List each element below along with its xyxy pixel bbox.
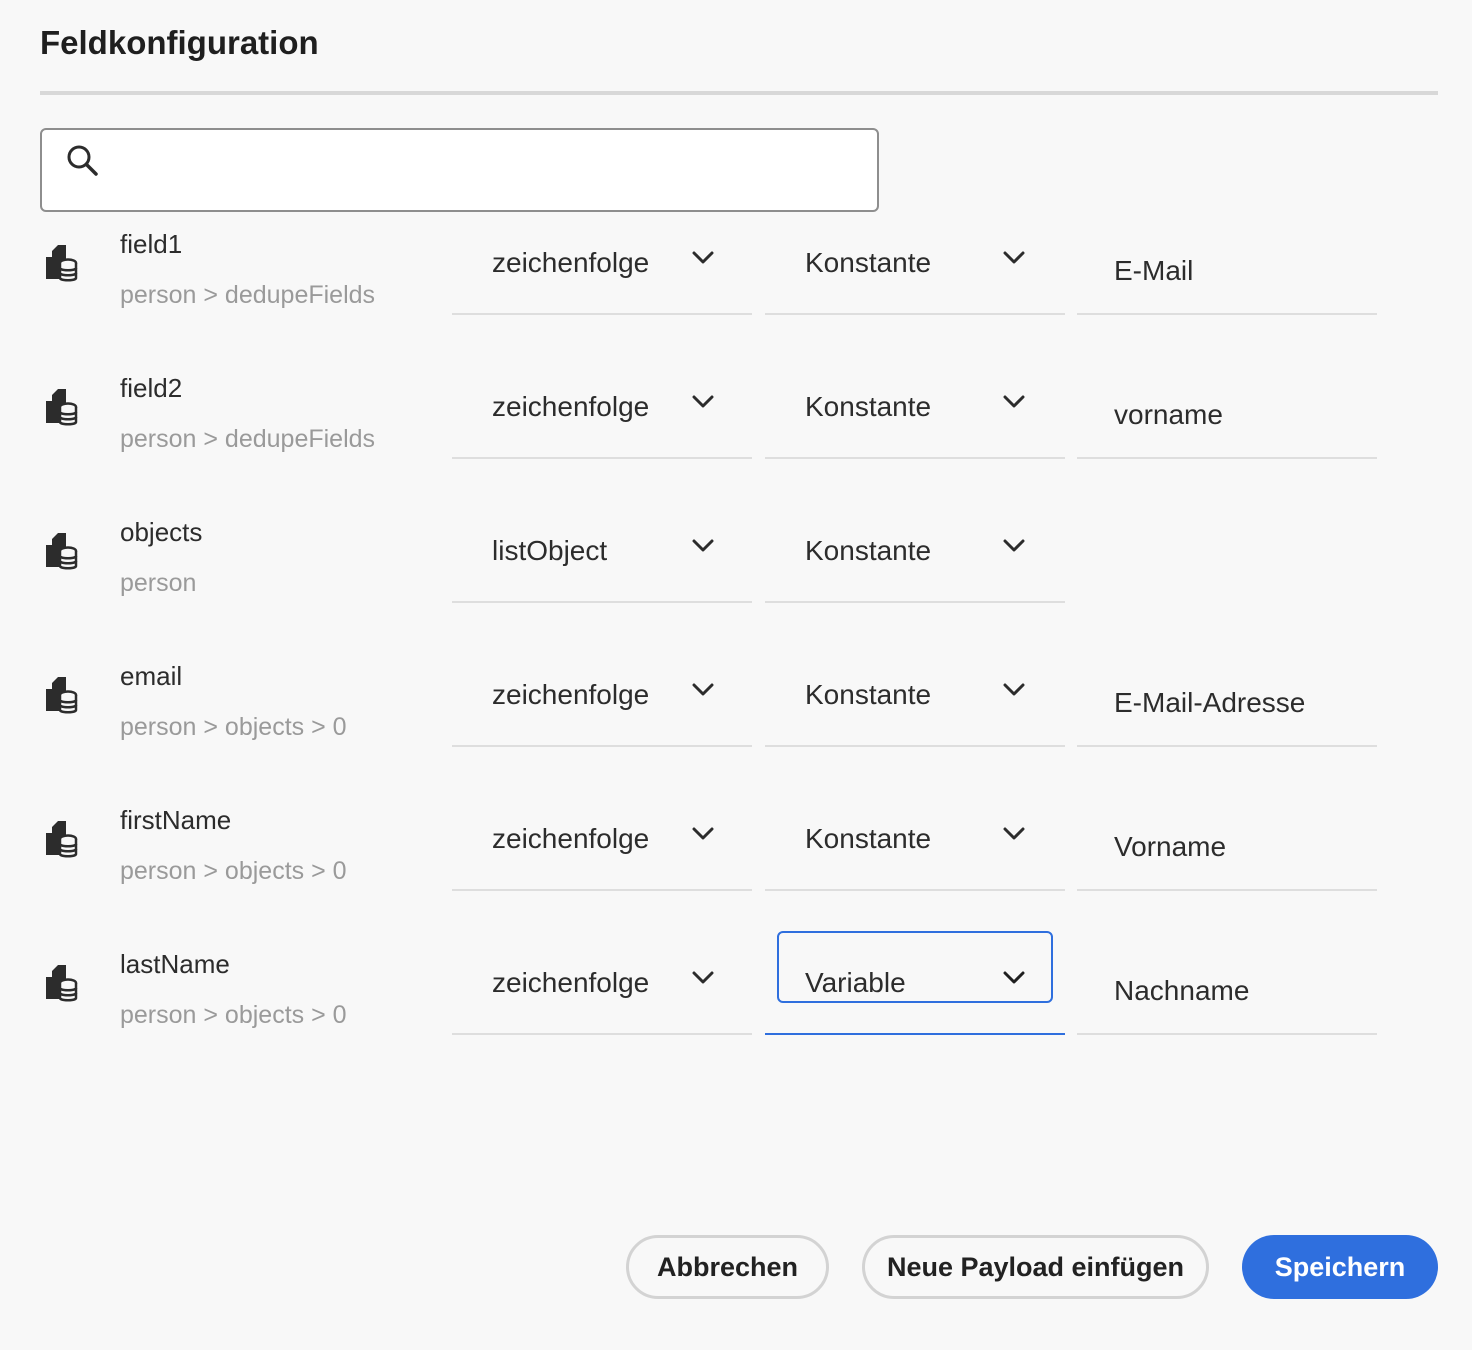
chevron-down-icon <box>1003 827 1025 840</box>
field-name: objects <box>120 517 203 547</box>
field-row-firstname: firstName person > objects > 0 zeichenfo… <box>0 805 1472 949</box>
type-dropdown[interactable]: zeichenfolge <box>452 805 752 891</box>
field-data-icon <box>46 965 78 1002</box>
type-dropdown-value: zeichenfolge <box>492 679 650 710</box>
search-icon <box>67 145 98 176</box>
chevron-down-icon <box>692 539 714 552</box>
mode-dropdown[interactable]: Konstante <box>765 373 1065 459</box>
mode-dropdown-value: Konstante <box>805 823 932 854</box>
type-dropdown-value: listObject <box>492 535 608 566</box>
field-row-field1: field1 person > dedupeFields zeichenfolg… <box>0 229 1472 373</box>
chevron-down-icon <box>1003 251 1025 264</box>
field-row-objects: objects person listObject Konstante <box>0 517 1472 661</box>
type-dropdown[interactable]: zeichenfolge <box>452 229 752 315</box>
field-path: person > dedupeFields <box>120 425 376 453</box>
field-path: person > objects > 0 <box>120 857 347 885</box>
chevron-down-icon <box>692 827 714 840</box>
field-data-icon <box>46 821 78 858</box>
mode-dropdown-value: Konstante <box>805 679 932 710</box>
chevron-down-icon <box>692 251 714 264</box>
chevron-down-icon <box>692 683 714 696</box>
mode-dropdown[interactable]: Konstante <box>765 805 1065 891</box>
field-row-email: email person > objects > 0 zeichenfolge … <box>0 661 1472 805</box>
type-dropdown-value: zeichenfolge <box>492 967 650 998</box>
mode-dropdown[interactable]: Variable <box>765 931 1065 1035</box>
search-input[interactable] <box>122 148 856 194</box>
mode-dropdown-value: Konstante <box>805 535 932 566</box>
value-field[interactable]: Vorname <box>1077 805 1377 891</box>
cancel-button[interactable]: Abbrechen <box>626 1235 829 1299</box>
mode-dropdown[interactable]: Konstante <box>765 517 1065 603</box>
mode-dropdown-value: Variable <box>805 967 906 998</box>
mode-dropdown[interactable]: Konstante <box>765 661 1065 747</box>
chevron-down-icon <box>1003 971 1025 984</box>
chevron-down-icon <box>1003 683 1025 696</box>
field-name: field2 <box>120 373 183 403</box>
value-field[interactable]: E-Mail <box>1077 229 1377 315</box>
type-dropdown[interactable]: zeichenfolge <box>452 661 752 747</box>
field-name: firstName <box>120 805 232 835</box>
type-dropdown[interactable]: zeichenfolge <box>452 373 752 459</box>
insert-payload-button[interactable]: Neue Payload einfügen <box>862 1235 1209 1299</box>
value-field[interactable]: E-Mail-Adresse <box>1077 661 1377 747</box>
type-dropdown[interactable]: listObject <box>452 517 752 603</box>
mode-dropdown-value: Konstante <box>805 247 932 278</box>
mode-dropdown-value: Konstante <box>805 391 932 422</box>
value-field-text: E-Mail <box>1114 255 1194 286</box>
chevron-down-icon <box>692 971 714 984</box>
field-path: person <box>120 569 197 597</box>
type-dropdown-value: zeichenfolge <box>492 823 650 854</box>
search-field[interactable] <box>40 128 879 212</box>
value-field-text: vorname <box>1114 399 1223 430</box>
field-data-icon <box>46 389 78 426</box>
type-dropdown-value: zeichenfolge <box>492 391 650 422</box>
chevron-down-icon <box>692 395 714 408</box>
mode-dropdown[interactable]: Konstante <box>765 229 1065 315</box>
save-button[interactable]: Speichern <box>1242 1235 1438 1299</box>
value-field-text: Vorname <box>1114 831 1227 862</box>
field-data-icon <box>46 245 78 282</box>
field-name: email <box>120 661 183 691</box>
field-path: person > objects > 0 <box>120 1001 347 1029</box>
field-data-icon <box>46 677 78 714</box>
type-dropdown[interactable]: zeichenfolge <box>452 949 752 1035</box>
value-field[interactable]: vorname <box>1077 373 1377 459</box>
field-path: person > dedupeFields <box>120 281 376 309</box>
field-row-field2: field2 person > dedupeFields zeichenfolg… <box>0 373 1472 517</box>
field-path: person > objects > 0 <box>120 713 347 741</box>
title-divider <box>40 91 1438 95</box>
value-field-text: Nachname <box>1114 975 1250 1006</box>
chevron-down-icon <box>1003 395 1025 408</box>
dialog-title: Feldkonfiguration <box>40 24 319 61</box>
field-row-lastname: lastName person > objects > 0 zeichenfol… <box>0 931 1472 1093</box>
value-field[interactable]: Nachname <box>1077 949 1377 1035</box>
field-data-icon <box>46 533 78 570</box>
field-name: field1 <box>120 229 183 259</box>
field-name: lastName <box>120 949 230 979</box>
type-dropdown-value: zeichenfolge <box>492 247 650 278</box>
chevron-down-icon <box>1003 539 1025 552</box>
value-field-text: E-Mail-Adresse <box>1114 687 1306 718</box>
